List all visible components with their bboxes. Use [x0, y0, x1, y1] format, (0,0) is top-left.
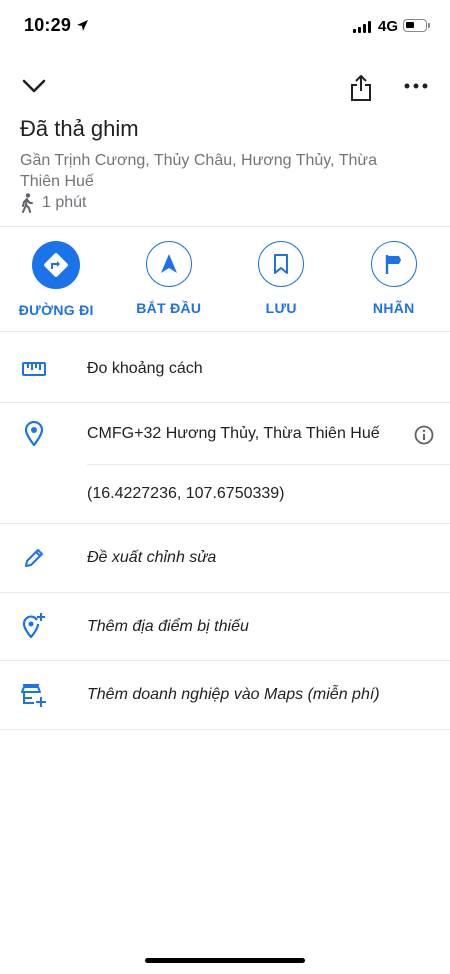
home-indicator[interactable]	[145, 958, 305, 963]
start-label: BẮT ĐẦU	[136, 300, 202, 316]
location-arrow-icon	[77, 20, 88, 31]
directions-label: ĐƯỜNG ĐI	[18, 302, 94, 318]
network-type: 4G	[378, 18, 399, 35]
status-time: 10:29	[24, 15, 72, 35]
battery-icon	[403, 19, 430, 32]
add-business-label: Thêm doanh nghiệp vào Maps (miễn phí)	[87, 686, 380, 703]
pencil-icon	[20, 544, 48, 572]
walking-icon	[22, 193, 33, 213]
suggest-edit-row[interactable]	[0, 524, 450, 592]
place-title: Đã thả ghim	[20, 116, 139, 141]
start-button[interactable]: BẮT ĐẦU	[113, 241, 226, 318]
walk-time: 1 phút	[20, 193, 86, 213]
share-button[interactable]	[346, 72, 376, 104]
location-pin-icon	[20, 420, 48, 448]
directions-icon	[44, 253, 69, 277]
collapse-button[interactable]	[18, 73, 50, 99]
measure-distance-label: Đo khoảng cách	[87, 360, 203, 377]
label-circle	[370, 241, 417, 287]
info-button[interactable]	[413, 424, 435, 446]
place-address: Gần Trịnh Cương, Thủy Châu, Hương Thủy, …	[20, 152, 377, 190]
save-circle	[258, 241, 305, 287]
start-circle	[145, 241, 192, 287]
measure-distance-row[interactable]	[0, 332, 450, 402]
walk-time-label: 1 phút	[42, 194, 87, 211]
navigation-arrow-icon	[160, 254, 177, 273]
info-icon	[414, 425, 434, 445]
plus-code-label: CMFG+32 Hương Thủy, Thừa Thiên Huế	[87, 425, 380, 442]
label-label: NHÃN	[372, 300, 415, 316]
add-business-icon	[20, 681, 48, 709]
divider	[0, 226, 450, 227]
more-horizontal-icon	[404, 83, 428, 89]
flag-icon	[385, 255, 401, 274]
share-icon	[351, 75, 371, 101]
more-options-button[interactable]	[400, 78, 432, 94]
divider	[0, 729, 450, 730]
directions-button[interactable]: ĐƯỜNG ĐI	[0, 241, 113, 318]
directions-circle	[32, 241, 81, 289]
chevron-down-icon	[22, 79, 46, 93]
label-button[interactable]: NHÃN	[338, 241, 450, 318]
cellular-signal-icon	[353, 21, 371, 33]
save-label: LƯU	[265, 300, 297, 316]
action-bar: ĐƯỜNG ĐI BẮT ĐẦU LƯU NHÃN	[0, 241, 450, 318]
ruler-icon	[20, 355, 48, 383]
save-button[interactable]: LƯU	[225, 241, 338, 318]
coordinates-label: (16.4227236, 107.6750339)	[87, 485, 285, 502]
add-missing-place-label: Thêm địa điểm bị thiếu	[87, 618, 249, 635]
bookmark-icon	[274, 254, 289, 274]
add-location-icon	[20, 612, 48, 640]
suggest-edit-label: Đề xuất chỉnh sửa	[87, 549, 217, 566]
